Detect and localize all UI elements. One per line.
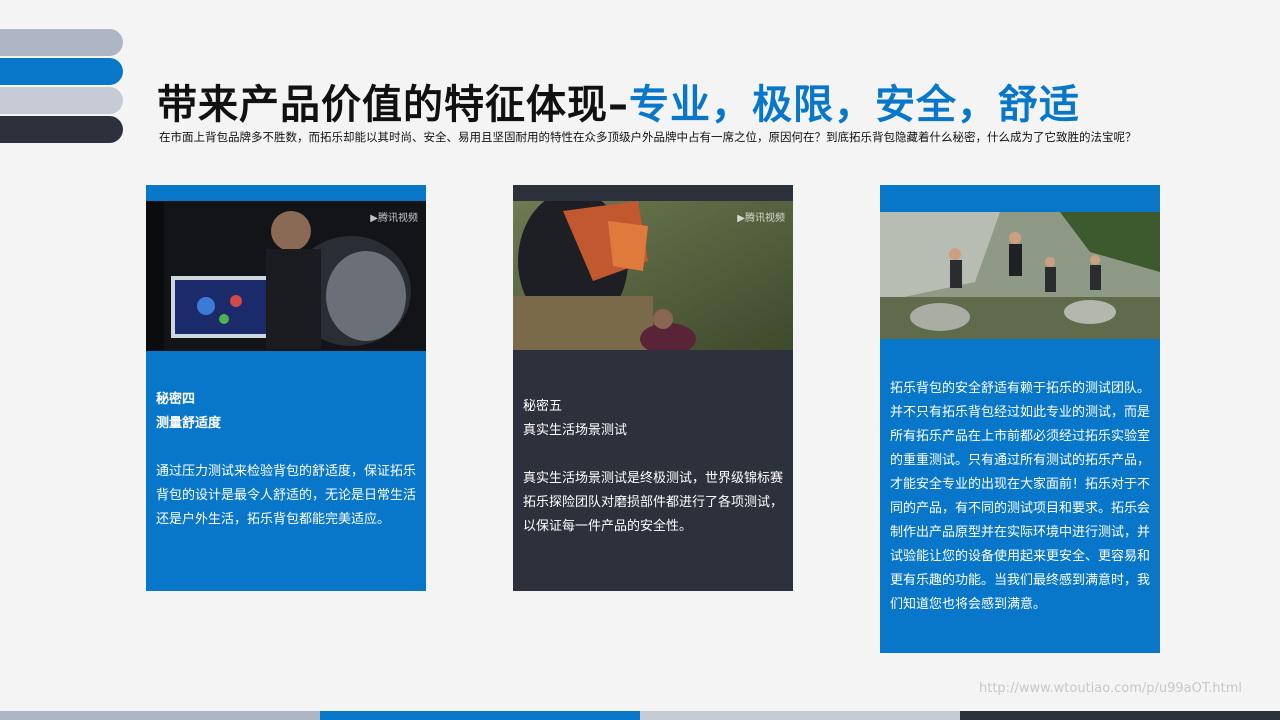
card-heading: 秘密四 测量舒适度: [156, 388, 418, 436]
heading-line-2: 真实生活场景测试: [523, 423, 628, 438]
page-subtitle: 在市面上背包品牌多不胜数，而拓乐却能以其时尚、安全、易用且坚固耐用的特性在众多顶…: [159, 130, 1137, 144]
bottom-bar-blue: [320, 711, 640, 720]
video-watermark: ▶腾讯视频: [737, 213, 785, 224]
video-watermark: ▶腾讯视频: [370, 213, 418, 224]
stripe-gray: [0, 29, 123, 56]
stripe-light: [0, 87, 123, 114]
heading-line-1: 秘密四: [156, 392, 196, 407]
heading-line-1: 秘密五: [523, 399, 563, 414]
card-body: 真实生活场景测试是终极测试，世界级锦标赛拓乐探险团队对磨损部件都进行了各项测试，…: [523, 471, 784, 534]
card-heading: 秘密五 真实生活场景测试: [523, 395, 785, 443]
title-main: 带来产品价值的特征体现–: [157, 82, 629, 128]
card-body: 拓乐背包的安全舒适有赖于拓乐的测试团队。并不只有拓乐背包经过如此专业的测试，而是…: [890, 381, 1151, 612]
lab-test-photo: ▶腾讯视频: [146, 201, 426, 351]
bottom-bar-dark: [960, 711, 1280, 720]
card-testing-team: 拓乐背包的安全舒适有赖于拓乐的测试团队。并不只有拓乐背包经过如此专业的测试，而是…: [880, 185, 1160, 653]
card-body: 通过压力测试来检验背包的舒适度，保证拓乐背包的设计是最令人舒适的，无论是日常生活…: [156, 464, 417, 527]
title-highlight: 专业，极限，安全，舒适: [629, 82, 1080, 128]
heading-line-2: 测量舒适度: [156, 416, 222, 431]
card-secret-five: ▶腾讯视频 秘密五 真实生活场景测试 真实生活场景测试是终极测试，世界级锦标赛拓…: [513, 185, 793, 591]
hiking-photo: ▶腾讯视频: [513, 201, 793, 350]
bottom-bar-light: [640, 711, 960, 720]
page-title: 带来产品价值的特征体现–专业，极限，安全，舒适: [157, 72, 1080, 130]
trail-running-photo: [880, 212, 1160, 339]
stripe-blue: [0, 58, 123, 85]
bottom-bar-gray: [0, 711, 320, 720]
card-secret-four: ▶腾讯视频 秘密四 测量舒适度 通过压力测试来检验背包的舒适度，保证拓乐背包的设…: [146, 185, 426, 591]
source-url: http://www.wtoutiao.com/p/u99aOT.html: [979, 681, 1243, 696]
stripe-dark: [0, 116, 123, 143]
